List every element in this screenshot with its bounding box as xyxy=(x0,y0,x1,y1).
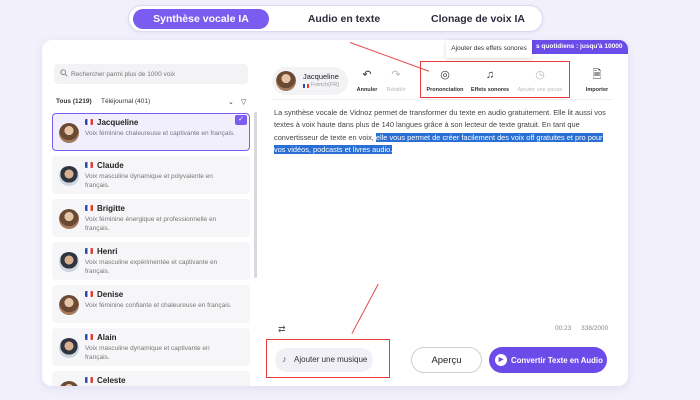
filter-all[interactable]: Tous (1219) xyxy=(56,98,92,105)
avatar xyxy=(59,166,79,186)
filter-icon[interactable]: ▽ xyxy=(241,98,246,106)
tab-synthese-vocale[interactable]: Synthèse vocale IA xyxy=(133,9,269,29)
voice-name: Alain xyxy=(97,333,117,342)
preview-button[interactable]: Aperçu xyxy=(411,347,482,373)
voice-name: Henri xyxy=(97,247,118,256)
toolbar-divider xyxy=(272,99,612,100)
voice-description: Voix féminine confiante et chaleureuse e… xyxy=(85,302,232,309)
filter-telejournal[interactable]: Téléjournal (401) xyxy=(101,98,150,105)
sound-effects-tooltip: Ajouter des effets sonores xyxy=(446,40,532,58)
voice-item-celeste[interactable]: Celeste xyxy=(52,371,250,386)
voice-name: Brigitte xyxy=(97,204,125,213)
voice-search xyxy=(54,64,248,84)
play-icon: ▶ xyxy=(495,354,507,366)
search-icon xyxy=(60,69,68,77)
duration-and-char-count: 00:23 338/2000 xyxy=(555,325,608,332)
france-flag-icon xyxy=(85,334,93,340)
voice-filters: Tous (1219) Téléjournal (401) ⌄ ▽ xyxy=(54,98,250,110)
char-count: 338/2000 xyxy=(581,325,609,332)
tab-clonage-de-voix[interactable]: Clonage de voix IA xyxy=(417,9,539,29)
voice-name: Denise xyxy=(97,290,124,299)
convert-button[interactable]: ▶ Convertir Texte en Audio xyxy=(489,347,607,373)
document-icon: 🗎 xyxy=(592,69,602,81)
annotation-box-music xyxy=(266,339,390,378)
redo-label: Rétablir xyxy=(386,87,406,93)
voice-description: Voix masculine dynamique et polyvalente … xyxy=(85,173,213,189)
quota-banner[interactable]: s quotidiens : jusqu'à 10000 xyxy=(530,40,628,54)
selected-voice-name: Jacqueline xyxy=(303,72,339,81)
annotation-box-tools xyxy=(420,61,570,98)
avatar xyxy=(59,381,79,386)
avatar xyxy=(59,295,79,315)
voice-item-alain[interactable]: Alain Voix masculine dynamique et captiv… xyxy=(52,328,250,366)
france-flag-icon xyxy=(85,377,93,383)
tab-audio-en-texte[interactable]: Audio en texte xyxy=(279,9,409,29)
search-input[interactable] xyxy=(71,66,241,82)
voice-item-jacqueline[interactable]: Jacqueline Voix féminine chaleureuse et … xyxy=(52,113,250,151)
avatar xyxy=(59,123,79,143)
swap-icon[interactable]: ⇄ xyxy=(278,324,286,335)
convert-label: Convertir Texte en Audio xyxy=(511,356,603,365)
voice-name: Celeste xyxy=(97,376,126,385)
voice-description: Voix féminine énergique et professionnel… xyxy=(85,216,217,232)
france-flag-icon xyxy=(85,162,93,168)
voice-item-denise[interactable]: Denise Voix féminine confiante et chaleu… xyxy=(52,285,250,323)
check-icon: ✓ xyxy=(235,115,247,125)
import-button[interactable]: 🗎 Importer xyxy=(582,69,612,93)
redo-button[interactable]: ↷ Rétablir xyxy=(383,69,409,93)
voice-item-brigitte[interactable]: Brigitte Voix féminine énergique et prof… xyxy=(52,199,250,237)
voice-item-claude[interactable]: Claude Voix masculine dynamique et polyv… xyxy=(52,156,250,194)
avatar xyxy=(276,71,296,91)
voice-name: Claude xyxy=(97,161,124,170)
duration-readout: 00:23 xyxy=(555,325,572,332)
voice-list: Jacqueline Voix féminine chaleureuse et … xyxy=(52,113,250,386)
voice-description: Voix masculine expérimentée et captivant… xyxy=(85,259,218,275)
avatar xyxy=(59,209,79,229)
france-flag-icon xyxy=(85,291,93,297)
voice-list-scrollbar[interactable] xyxy=(254,112,257,278)
france-flag-icon xyxy=(85,248,93,254)
voice-description: Voix masculine dynamique et captivante e… xyxy=(85,345,210,361)
selected-voice-chip[interactable]: Jacqueline French(FR) xyxy=(272,67,348,95)
undo-button[interactable]: ↶ Annuler xyxy=(355,69,379,93)
voice-item-henri[interactable]: Henri Voix masculine expérimentée et cap… xyxy=(52,242,250,280)
avatar xyxy=(59,338,79,358)
text-editor[interactable]: La synthèse vocale de Vidnoz permet de t… xyxy=(274,107,614,156)
avatar xyxy=(59,252,79,272)
redo-icon: ↷ xyxy=(391,69,401,81)
undo-label: Annuler xyxy=(356,87,378,93)
voice-name: Jacqueline xyxy=(97,118,139,127)
selected-voice-language: French(FR) xyxy=(311,82,340,88)
voice-description: Voix féminine chaleureuse et captivante … xyxy=(85,130,235,137)
france-flag-icon xyxy=(303,84,309,88)
france-flag-icon xyxy=(85,205,93,211)
france-flag-icon xyxy=(85,119,93,125)
mode-tabs: Synthèse vocale IA Audio en texte Clonag… xyxy=(128,5,543,32)
import-label: Importer xyxy=(585,87,609,93)
chevron-down-icon[interactable]: ⌄ xyxy=(228,98,234,106)
undo-icon: ↶ xyxy=(362,69,372,81)
